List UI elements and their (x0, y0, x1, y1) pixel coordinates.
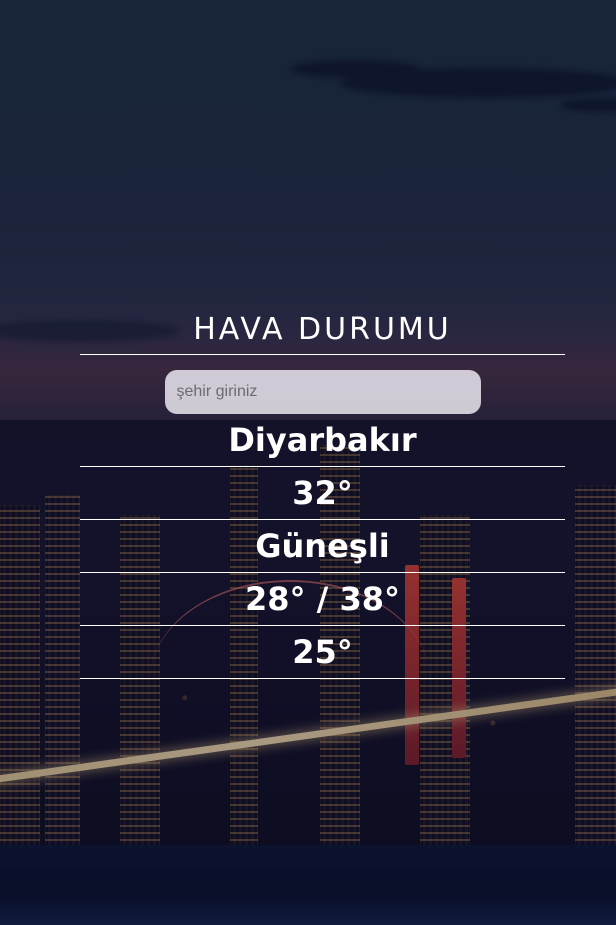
search-container (80, 355, 565, 414)
city-search-input[interactable] (164, 370, 481, 414)
app-title: HAVA DURUMU (80, 308, 565, 355)
current-temperature: 32° (80, 467, 565, 520)
weather-panel: HAVA DURUMU Diyarbakır 32° Güneşli 28° /… (80, 308, 565, 679)
feels-like-temperature: 25° (80, 626, 565, 679)
city-name: Diyarbakır (80, 414, 565, 467)
weather-condition: Güneşli (80, 520, 565, 573)
min-max-temperature: 28° / 38° (80, 573, 565, 626)
